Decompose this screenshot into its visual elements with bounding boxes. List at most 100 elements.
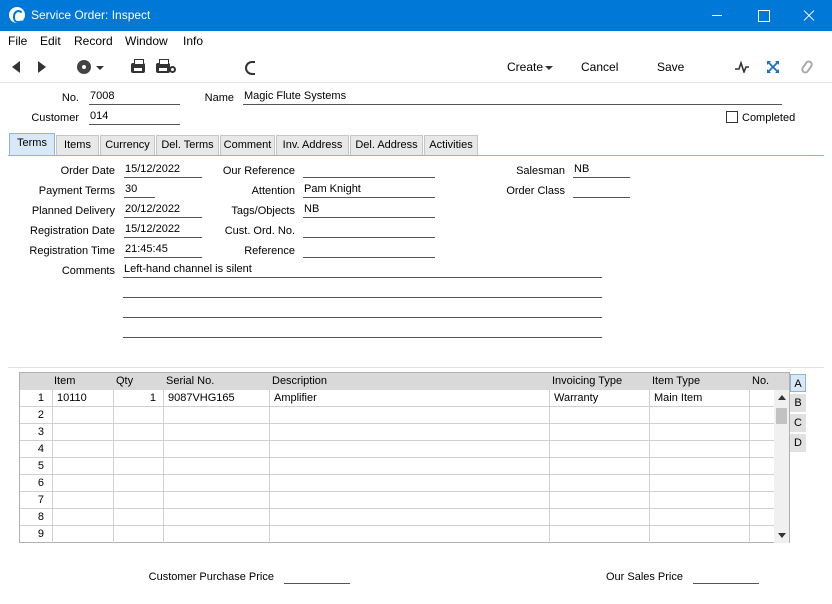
- scroll-down-icon[interactable]: [778, 533, 786, 538]
- tab-inv-address[interactable]: Inv. Address: [276, 135, 349, 155]
- previous-record-icon[interactable]: [12, 61, 20, 73]
- grid-header: Item Qty Serial No. Description Invoicin…: [20, 373, 789, 390]
- cell-description[interactable]: Amplifier: [274, 392, 317, 404]
- reference-field[interactable]: [303, 243, 435, 258]
- attachment-icon[interactable]: [799, 58, 815, 76]
- cust-ord-field[interactable]: [303, 223, 435, 238]
- table-row[interactable]: 9: [20, 526, 774, 543]
- our-sales-price-field[interactable]: [693, 569, 759, 584]
- tab-activities[interactable]: Activities: [424, 135, 478, 155]
- tab-items[interactable]: Items: [56, 135, 99, 155]
- print-preview-icon[interactable]: [156, 59, 170, 73]
- cancel-button[interactable]: Cancel: [581, 60, 618, 74]
- salesman-field[interactable]: NB: [573, 163, 630, 178]
- tab-del-terms[interactable]: Del. Terms: [156, 135, 219, 155]
- grid-tab-a[interactable]: A: [790, 374, 806, 392]
- comments-line-2[interactable]: [123, 283, 602, 298]
- close-button[interactable]: [786, 0, 832, 31]
- maximize-button[interactable]: [740, 0, 786, 31]
- column-no[interactable]: No.: [752, 375, 769, 387]
- comments-label: Comments: [61, 265, 115, 277]
- menu-edit[interactable]: Edit: [40, 34, 61, 48]
- registration-date-label: Registration Date: [30, 225, 115, 237]
- name-field[interactable]: Magic Flute Systems: [243, 90, 782, 105]
- table-row[interactable]: 6: [20, 475, 774, 492]
- our-sales-price-label: Our Sales Price: [605, 571, 683, 583]
- table-row[interactable]: 3: [20, 424, 774, 441]
- payment-terms-field[interactable]: 30: [124, 183, 155, 198]
- create-dropdown-icon[interactable]: [545, 66, 553, 70]
- scroll-up-icon[interactable]: [778, 395, 786, 400]
- our-reference-field[interactable]: [303, 163, 435, 178]
- scroll-thumb[interactable]: [776, 408, 787, 424]
- customer-field[interactable]: 014: [89, 110, 180, 125]
- grid-tab-d[interactable]: D: [790, 434, 806, 452]
- phone-icon[interactable]: [245, 61, 255, 75]
- completed-checkbox[interactable]: [726, 111, 738, 123]
- menu-window[interactable]: Window: [125, 34, 168, 48]
- attention-label: Attention: [251, 185, 295, 197]
- row-number: 3: [37, 426, 44, 438]
- order-date-field[interactable]: 15/12/2022: [124, 163, 202, 178]
- table-row[interactable]: 7: [20, 492, 774, 509]
- column-description[interactable]: Description: [272, 375, 327, 387]
- salesman-label: Salesman: [516, 165, 565, 177]
- menu-record[interactable]: Record: [74, 34, 113, 48]
- customer-purchase-price-field[interactable]: [284, 569, 350, 584]
- no-label: No.: [61, 92, 79, 104]
- row-number: 1: [37, 392, 44, 404]
- tab-del-address[interactable]: Del. Address: [350, 135, 423, 155]
- menu-info[interactable]: Info: [183, 34, 203, 48]
- cell-serial-no[interactable]: 9087VHG165: [168, 392, 235, 404]
- tab-terms[interactable]: Terms: [9, 133, 55, 155]
- registration-time-field[interactable]: 21:45:45: [124, 243, 202, 258]
- comments-line-3[interactable]: [123, 303, 602, 318]
- grid-scrollbar[interactable]: [774, 390, 789, 543]
- column-invoicing-type[interactable]: Invoicing Type: [552, 375, 622, 387]
- next-record-icon[interactable]: [38, 61, 46, 73]
- tab-currency[interactable]: Currency: [100, 135, 155, 155]
- column-qty[interactable]: Qty: [116, 375, 133, 387]
- order-date-label: Order Date: [60, 165, 115, 177]
- minimize-button[interactable]: [694, 0, 740, 31]
- column-item-type[interactable]: Item Type: [652, 375, 700, 387]
- pulse-icon[interactable]: [735, 61, 749, 73]
- table-row[interactable]: 4: [20, 441, 774, 458]
- payment-terms-label: Payment Terms: [38, 185, 115, 197]
- cell-item-type[interactable]: Main Item: [654, 392, 702, 404]
- chevron-down-icon[interactable]: [96, 66, 104, 70]
- tags-label: Tags/Objects: [231, 205, 295, 217]
- app-icon: [9, 7, 25, 23]
- comments-field[interactable]: Left-hand channel is silent: [123, 263, 602, 278]
- tab-divider: [8, 155, 824, 156]
- row-number: 2: [37, 409, 44, 421]
- grid-tab-c[interactable]: C: [790, 414, 806, 432]
- our-reference-label: Our Reference: [222, 165, 295, 177]
- order-class-field[interactable]: [573, 183, 630, 198]
- table-row[interactable]: 8: [20, 509, 774, 526]
- row-number: 8: [37, 511, 44, 523]
- gear-icon[interactable]: [77, 60, 91, 74]
- tags-field[interactable]: NB: [303, 203, 435, 218]
- title-bar: Service Order: Inspect: [0, 0, 832, 31]
- print-icon[interactable]: [131, 59, 145, 73]
- planned-delivery-field[interactable]: 20/12/2022: [124, 203, 202, 218]
- attention-field[interactable]: Pam Knight: [303, 183, 435, 198]
- registration-date-field[interactable]: 15/12/2022: [124, 223, 202, 238]
- tab-comment[interactable]: Comment: [220, 135, 275, 155]
- cell-qty[interactable]: 1: [116, 392, 156, 404]
- save-button[interactable]: Save: [657, 60, 684, 74]
- table-row[interactable]: 1 10110 1 9087VHG165 Amplifier Warranty …: [20, 390, 774, 407]
- cell-item[interactable]: 10110: [57, 392, 87, 404]
- column-serial-no[interactable]: Serial No.: [166, 375, 214, 387]
- table-row[interactable]: 5: [20, 458, 774, 475]
- comments-line-4[interactable]: [123, 323, 602, 338]
- menu-file[interactable]: File: [8, 34, 27, 48]
- no-field[interactable]: 7008: [89, 90, 180, 105]
- table-row[interactable]: 2: [20, 407, 774, 424]
- column-item[interactable]: Item: [54, 375, 75, 387]
- cell-invoicing-type[interactable]: Warranty: [554, 392, 598, 404]
- expand-icon[interactable]: [766, 60, 780, 74]
- create-button[interactable]: Create: [507, 60, 543, 74]
- grid-tab-b[interactable]: B: [790, 394, 806, 412]
